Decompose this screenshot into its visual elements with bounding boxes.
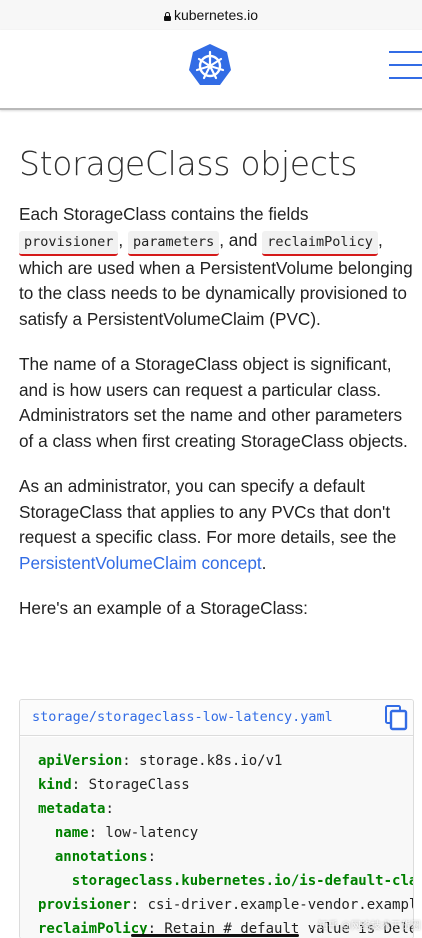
yaml-key: storageclass.kubernetes.io/is-default-cl…	[71, 873, 414, 889]
yaml-value: : StorageClass	[71, 777, 190, 793]
yaml-key: annotations	[54, 849, 148, 865]
yaml-key: apiVersion	[38, 753, 123, 769]
code-line: annotations:	[38, 845, 413, 869]
code-line: provisioner: csi-driver.example-vendor.e…	[38, 893, 413, 917]
yaml-key: metadata	[38, 801, 106, 817]
code-line: storageclass.kubernetes.io/is-default-cl…	[38, 869, 413, 893]
page-title: StorageClass objects	[19, 144, 358, 183]
kubernetes-logo-icon[interactable]	[187, 42, 233, 88]
watermark: 知乎 @网络技术干货圈	[318, 921, 421, 932]
url-domain: kubernetes.io	[173, 7, 259, 23]
code-filename-link[interactable]: storage/storageclass-low-latency.yaml	[32, 709, 333, 725]
yaml-value: :	[147, 849, 157, 865]
code-line: apiVersion: storage.k8s.io/v1	[38, 749, 413, 773]
paragraph-name-significance: The name of a StorageClass object is sig…	[19, 354, 408, 451]
yaml-code: apiVersion: storage.k8s.io/v1 kind: Stora…	[38, 749, 413, 938]
yaml-key: name	[54, 825, 89, 841]
yaml-key: provisioner	[38, 897, 131, 913]
code-line: name: low-latency	[38, 821, 413, 845]
copy-icon[interactable]	[384, 705, 408, 731]
site-header	[0, 30, 422, 110]
paragraph-example-intro: Here's an example of a StorageClass:	[19, 598, 308, 618]
paragraph-default-class: As an administrator, you can specify a d…	[19, 476, 397, 573]
code-block: storage/storageclass-low-latency.yaml ap…	[19, 699, 414, 938]
paragraph-fields: Each StorageClass contains the fields pr…	[19, 204, 413, 329]
pvc-concept-link[interactable]: PersistentVolumeClaim concept	[19, 553, 262, 573]
yaml-key: kind	[38, 777, 72, 793]
code-parameters: parameters	[127, 230, 220, 256]
lock-icon	[163, 11, 171, 21]
yaml-value: : low-latency	[88, 825, 199, 841]
code-line: metadata:	[38, 797, 413, 821]
browser-url-bar[interactable]: kubernetes.io	[0, 0, 422, 30]
code-line: kind: StorageClass	[38, 773, 413, 797]
code-body: apiVersion: storage.k8s.io/v1 kind: Stora…	[20, 737, 413, 938]
yaml-value: :	[105, 801, 114, 817]
home-indicator	[131, 934, 299, 937]
yaml-value: : csi-driver.example-vendor.example	[130, 897, 414, 913]
code-provisioner: provisioner	[19, 230, 119, 256]
hamburger-menu-icon[interactable]	[389, 51, 422, 81]
code-block-header: storage/storageclass-low-latency.yaml	[20, 700, 413, 736]
code-reclaimpolicy: reclaimPolicy	[262, 230, 378, 256]
main-content: StorageClass objects Each StorageClass c…	[19, 140, 415, 642]
yaml-value: : storage.k8s.io/v1	[122, 753, 283, 769]
